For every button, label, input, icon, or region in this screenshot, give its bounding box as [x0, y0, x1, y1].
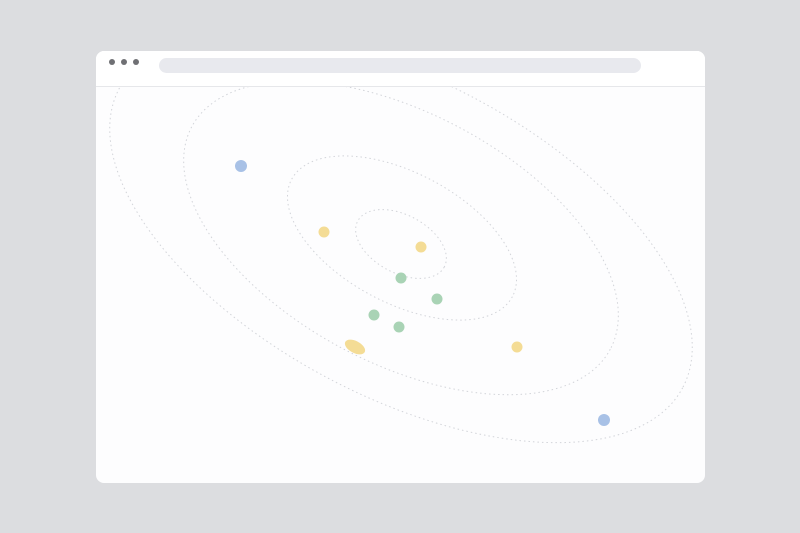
planet-green-bottom [393, 321, 405, 333]
orbit-canvas [96, 87, 705, 483]
orbit-diagram [109, 87, 693, 444]
planet-green-left [368, 309, 380, 321]
window-close-button[interactable] [109, 59, 115, 65]
address-bar[interactable] [159, 58, 641, 73]
planet-green-top [395, 272, 407, 284]
planet-layer [235, 160, 610, 426]
planet-blue-top-left [235, 160, 247, 172]
orbit-ring-middle [286, 155, 518, 321]
window-minimize-button[interactable] [121, 59, 127, 65]
planet-yellow-left [318, 226, 330, 238]
planet-yellow-right-bottom [511, 341, 523, 353]
planet-green-right [431, 293, 443, 305]
window-titlebar [96, 51, 705, 87]
orbit-layer [109, 87, 693, 444]
planet-yellow-center [344, 339, 366, 355]
window-maximize-button[interactable] [133, 59, 139, 65]
planet-yellow-right-top [415, 241, 427, 253]
browser-window [96, 51, 705, 483]
planet-blue-bottom-right [598, 414, 610, 426]
